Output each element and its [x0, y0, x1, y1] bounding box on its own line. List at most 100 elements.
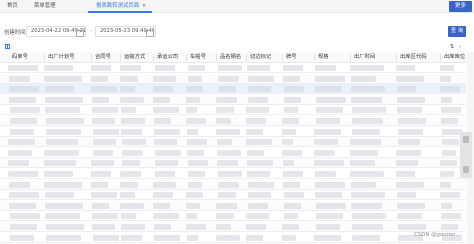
table-row[interactable]	[0, 137, 466, 148]
column-divider[interactable]	[216, 54, 217, 61]
table-cell	[187, 149, 204, 156]
tab-bar: 首页 菜单管理 报表跳转测试页面 × 更多	[0, 0, 474, 13]
table-row[interactable]	[0, 233, 466, 243]
sort-icon[interactable]: ⇅	[450, 44, 455, 50]
table-cell	[8, 139, 35, 146]
end-date-input[interactable]: 2023-05-23 09:49:41	[95, 26, 156, 37]
column-header[interactable]: 出库库位	[444, 52, 465, 63]
column-divider[interactable]	[120, 54, 121, 61]
table-cell	[218, 65, 242, 71]
tab-home[interactable]: 首页	[7, 0, 18, 13]
column-header[interactable]: 承运公司	[157, 52, 178, 63]
table-row[interactable]	[0, 222, 466, 232]
table-cell	[154, 139, 177, 146]
column-divider[interactable]	[440, 54, 441, 61]
column-divider[interactable]	[314, 54, 315, 61]
chevron-right-icon[interactable]: ›	[459, 44, 461, 50]
tab-menu-management[interactable]: 菜单管理	[34, 0, 56, 13]
table-cell	[186, 192, 203, 199]
column-header[interactable]: 合同号	[95, 52, 111, 63]
table-row[interactable]	[0, 116, 466, 126]
table-cell	[315, 171, 336, 177]
calendar-icon[interactable]	[76, 29, 84, 37]
table-cell	[247, 171, 270, 177]
column-header[interactable]: 码单号	[12, 52, 28, 63]
column-divider[interactable]	[186, 54, 187, 61]
table-row[interactable]	[0, 158, 466, 169]
calendar-icon[interactable]	[146, 29, 154, 37]
table-cell	[282, 139, 293, 146]
column-header[interactable]: 品名钢名	[220, 52, 241, 63]
table-cell	[8, 149, 32, 156]
column-divider[interactable]	[246, 54, 247, 61]
table-row[interactable]	[0, 63, 466, 73]
table-cell	[350, 149, 378, 156]
table-cell	[188, 160, 208, 167]
table-row[interactable]	[0, 190, 466, 201]
table-cell	[314, 139, 338, 146]
table-row[interactable]	[0, 105, 466, 116]
table-cell	[441, 96, 452, 103]
table-cell	[284, 213, 298, 220]
table-cell	[9, 181, 30, 188]
table-cell	[282, 224, 299, 230]
table-cell	[8, 65, 38, 71]
column-header[interactable]: 牌号	[286, 52, 297, 63]
table-cell	[216, 213, 234, 220]
table-row[interactable]	[0, 148, 466, 158]
column-divider[interactable]	[282, 54, 283, 61]
table-cell	[440, 181, 451, 188]
table-row[interactable]	[0, 127, 466, 137]
column-header[interactable]: 出厂时间	[354, 52, 375, 63]
created-time-label: 创建时间	[4, 30, 26, 36]
table-cell	[91, 181, 108, 188]
table-cell	[186, 107, 197, 114]
column-header[interactable]: 出厂计划号	[48, 52, 75, 63]
column-divider[interactable]	[396, 54, 397, 61]
table-cell	[9, 75, 30, 82]
table-cell	[396, 181, 424, 188]
scrollbar-thumb[interactable]	[460, 132, 472, 178]
table-cell	[153, 192, 173, 199]
table-cell	[351, 181, 376, 188]
table-cell	[155, 149, 181, 156]
table-cell	[44, 181, 82, 188]
table-cell	[44, 65, 73, 71]
column-header[interactable]: 出库区代码	[400, 52, 427, 63]
table-row[interactable]	[0, 211, 466, 222]
table-cell	[248, 181, 274, 188]
table-cell	[44, 75, 82, 82]
table-row[interactable]	[0, 169, 466, 179]
column-settings-icon[interactable]	[5, 44, 10, 49]
column-header[interactable]: 车船号	[190, 52, 206, 63]
table-cell	[91, 65, 111, 71]
table-row[interactable]	[0, 179, 466, 190]
table-cell	[91, 75, 108, 82]
table-row[interactable]	[0, 84, 466, 95]
table-cell	[316, 118, 340, 124]
table-cell	[246, 128, 263, 135]
start-date-input[interactable]: 2023-04-22 09:49:21	[26, 26, 86, 37]
column-header[interactable]: 切边标记	[250, 52, 271, 63]
table-cell	[350, 65, 384, 71]
column-header[interactable]: 规格	[318, 52, 329, 63]
table-row[interactable]	[0, 73, 466, 84]
table-cell	[120, 65, 141, 71]
table-cell	[283, 75, 300, 82]
table-cell	[352, 128, 380, 135]
more-button[interactable]: 更多	[449, 1, 472, 12]
table-row[interactable]	[0, 200, 466, 211]
query-button[interactable]: 查 询	[448, 26, 466, 37]
table-header: 码单号 出厂计划号 合同号 运输方式 承运公司 车船号 品名钢名 切边标记 牌号 规格 出厂时间 出库…	[0, 52, 466, 63]
column-divider[interactable]	[153, 54, 154, 61]
column-header[interactable]: 运输方式	[124, 52, 145, 63]
column-divider[interactable]	[44, 54, 45, 61]
column-divider[interactable]	[350, 54, 351, 61]
table-cell	[188, 171, 205, 177]
table-cell	[120, 75, 138, 82]
column-divider[interactable]	[91, 54, 92, 61]
date-range-separator: -	[90, 28, 92, 34]
table-row[interactable]	[0, 94, 466, 105]
table-cell	[120, 202, 144, 209]
table-cell	[352, 213, 386, 220]
